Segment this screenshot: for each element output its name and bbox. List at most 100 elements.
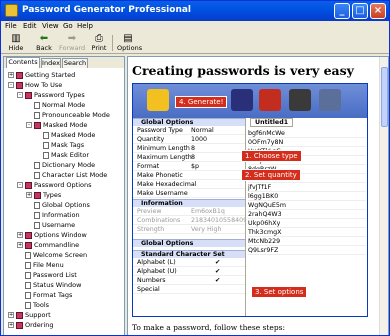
menu-file[interactable]: File (5, 22, 17, 30)
tree-item[interactable]: Status Window (17, 281, 81, 290)
menu-view[interactable]: View (42, 22, 59, 30)
option-value[interactable]: $p (191, 163, 199, 171)
tree-item[interactable]: + Options Window (17, 231, 87, 240)
tree-item[interactable]: + Getting Started (8, 71, 75, 80)
tree-item[interactable]: Character List Mode (26, 171, 107, 180)
option-name: Preview (137, 208, 162, 215)
forward-button[interactable]: ➡ Forward (59, 33, 85, 54)
menu-help[interactable]: Help (77, 22, 93, 30)
section-header[interactable]: Global Options (133, 239, 245, 247)
window-title: Password Generator Professional (22, 5, 192, 15)
option-value[interactable]: 218340105584096 (191, 217, 251, 225)
tab-search[interactable]: Search (62, 58, 88, 68)
option-value[interactable]: ✔ (215, 268, 220, 276)
option-value[interactable]: Em6oxB1q (191, 208, 225, 216)
options-button[interactable]: ▤ Options (117, 33, 142, 54)
option-row[interactable]: Make Hexadecimal (133, 181, 245, 189)
option-row[interactable]: Format $p (133, 163, 245, 171)
option-row[interactable]: Preview Em6oxB1q (133, 208, 245, 216)
section-header[interactable]: Global Options (133, 118, 245, 126)
collapse-icon[interactable]: - (17, 182, 23, 188)
collapse-icon[interactable]: - (26, 122, 32, 128)
book-icon (34, 191, 41, 199)
tree-item[interactable]: Global Options (26, 201, 90, 210)
option-row[interactable]: Make Username (133, 190, 245, 198)
back-button[interactable]: ⬅ Back (35, 33, 53, 54)
tab-contents[interactable]: Contents (6, 57, 40, 68)
tree-item[interactable]: + Types (26, 191, 61, 200)
tree-item[interactable]: Normal Mode (26, 101, 85, 110)
option-value[interactable]: 8 (191, 145, 195, 153)
password-item[interactable]: Ukp06hXy (248, 220, 366, 228)
minimize-button[interactable]: _ (334, 3, 350, 19)
print-button[interactable]: ⎙ Print (91, 33, 107, 54)
option-row[interactable]: Minimum Length 8 (133, 145, 245, 153)
scrollbar-thumb[interactable] (381, 67, 388, 127)
option-value[interactable]: ✔ (215, 259, 220, 267)
menu-go[interactable]: Go (63, 22, 73, 30)
expand-icon[interactable]: + (17, 232, 23, 238)
maximize-button[interactable]: □ (352, 3, 368, 19)
password-item[interactable]: 2rahQ4W3 (248, 211, 366, 219)
option-row[interactable]: Special (133, 286, 245, 294)
tree-item[interactable]: Dictionary Mode (26, 161, 95, 170)
close-button[interactable]: × (370, 3, 386, 19)
password-item[interactable]: 0OFm7y8N (248, 139, 366, 147)
tree-item[interactable]: + Support (8, 311, 51, 320)
password-item[interactable]: Thk3cmgX (248, 229, 366, 237)
option-row[interactable]: Strength Very High (133, 226, 245, 234)
section-header[interactable]: Information (133, 199, 245, 207)
tree-item[interactable]: + Commandline (17, 241, 79, 250)
tree-item[interactable]: Welcome Screen (17, 251, 87, 260)
expand-icon[interactable]: + (17, 242, 23, 248)
vertical-scrollbar[interactable] (379, 57, 388, 335)
option-row[interactable]: Combinations 218340105584096 (133, 217, 251, 225)
password-item[interactable]: bgf6nMcWe (248, 130, 366, 138)
tree-item[interactable]: - Password Types (17, 91, 85, 100)
option-value[interactable]: Very High (191, 226, 221, 234)
tree-item[interactable]: + Ordering (8, 321, 54, 330)
expand-icon[interactable]: + (8, 322, 14, 328)
tree-item[interactable]: - How To Use (8, 81, 62, 90)
option-row[interactable]: Password Type Normal (133, 127, 245, 135)
tree-item[interactable]: Format Tags (17, 291, 72, 300)
password-item[interactable]: MtcNb229 (248, 238, 366, 246)
tree-item[interactable]: - Password Options (17, 181, 92, 190)
option-row[interactable]: Alphabet (U) ✔ (133, 268, 245, 276)
tree-item[interactable]: Tools (17, 301, 49, 310)
title-bar[interactable]: Password Generator Professional _ □ × (1, 1, 389, 21)
tree-item-label: Format Tags (33, 291, 73, 299)
expand-icon[interactable]: + (8, 72, 14, 78)
collapse-icon[interactable]: - (17, 92, 23, 98)
tree-item[interactable]: - Masked Mode (26, 121, 87, 130)
tree-item-label: Welcome Screen (33, 251, 88, 259)
tree-item[interactable]: Username (26, 221, 75, 230)
section-header[interactable]: Standard Character Set (133, 250, 245, 258)
hide-button[interactable]: ▥ Hide (7, 33, 25, 54)
option-row[interactable]: Quantity 1000 (133, 136, 245, 144)
option-row[interactable]: Alphabet (L) ✔ (133, 259, 245, 267)
option-row[interactable]: Maximum Length 8 (133, 154, 245, 162)
menu-edit[interactable]: Edit (23, 22, 37, 30)
collapse-icon[interactable]: - (8, 82, 14, 88)
expand-icon[interactable]: + (8, 312, 14, 318)
tree-item[interactable]: Masked Mode (35, 131, 95, 140)
option-value[interactable]: 1000 (191, 136, 207, 144)
tree-item[interactable]: Pronounceable Mode (26, 111, 110, 120)
tree-item[interactable]: Mask Tags (35, 141, 84, 150)
tree-item[interactable]: File Menu (17, 261, 64, 270)
password-item[interactable]: l6gg1BK0 (248, 193, 366, 201)
expand-icon[interactable]: + (26, 192, 32, 198)
tree-item[interactable]: Mask Editor (35, 151, 89, 160)
password-item[interactable]: Q9Lsr9FZ (248, 247, 366, 255)
option-value[interactable]: Normal (191, 127, 214, 135)
tree-item[interactable]: Information (26, 211, 80, 220)
option-value[interactable]: 8 (191, 154, 195, 162)
password-item[interactable]: WgNQuE5m (248, 202, 366, 210)
tree-item[interactable]: Password List (17, 271, 77, 280)
option-value[interactable]: ✔ (215, 277, 220, 285)
tab-index[interactable]: Index (41, 58, 61, 68)
option-row[interactable]: Numbers ✔ (133, 277, 245, 285)
option-row[interactable]: Make Phonetic (133, 172, 245, 180)
password-item[interactable]: jfvJTf1F (248, 184, 366, 192)
